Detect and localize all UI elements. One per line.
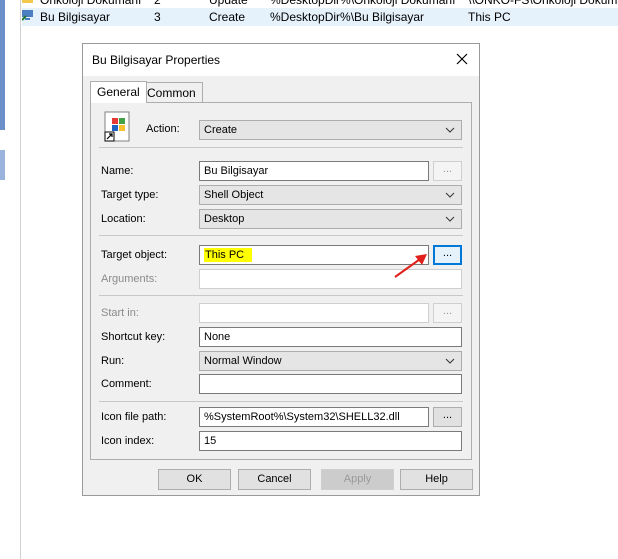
chevron-down-icon [445, 192, 455, 198]
tab-general[interactable]: General [90, 81, 147, 103]
tab-common[interactable]: Common [140, 82, 203, 102]
separator [99, 235, 463, 236]
location-label: Location: [101, 213, 146, 225]
dialog-title: Bu Bilgisayar Properties [92, 53, 221, 67]
action-value: Create [204, 124, 238, 136]
list-item-path: This PC [468, 10, 511, 24]
target-type-label: Target type: [101, 189, 159, 201]
icon-index-label: Icon index: [101, 435, 155, 447]
name-label: Name: [101, 165, 134, 177]
comment-field[interactable] [199, 374, 462, 394]
computer-icon [21, 10, 33, 21]
list-item-target: %DesktopDir%\Bu Bilgisayar [270, 10, 425, 24]
general-tab-panel: Action: Create Name: Bu Bilgisayar ... T… [90, 102, 472, 460]
chevron-down-icon [445, 127, 455, 133]
target-type-select[interactable]: Shell Object [199, 185, 462, 205]
close-icon[interactable] [453, 50, 471, 68]
apply-button[interactable]: Apply [321, 469, 394, 490]
target-object-value: This PC [204, 248, 253, 262]
list-item-name: Bu Bilgisayar [40, 10, 111, 24]
red-arrow-annotation [394, 254, 427, 278]
arguments-label: Arguments: [101, 273, 158, 285]
cancel-button[interactable]: Cancel [238, 469, 311, 490]
list-item-order: 3 [154, 10, 161, 24]
shortcut-icon [22, 0, 33, 3]
target-type-value: Shell Object [204, 189, 264, 201]
start-in-label: Start in: [101, 307, 139, 319]
help-button[interactable]: Help [400, 469, 473, 490]
dialog-titlebar[interactable]: Bu Bilgisayar Properties [83, 44, 479, 76]
shortcut-key-label: Shortcut key: [101, 331, 166, 343]
name-browse-button[interactable]: ... [433, 161, 462, 181]
separator [99, 147, 463, 148]
icon-index-field[interactable]: 15 [199, 431, 462, 451]
separator [99, 295, 463, 296]
chevron-down-icon [445, 216, 455, 222]
run-label: Run: [101, 355, 125, 367]
shortcut-file-icon [104, 111, 130, 142]
location-select[interactable]: Desktop [199, 209, 462, 229]
comment-label: Comment: [101, 378, 152, 390]
left-panel-accent-lower [0, 150, 5, 180]
shortcut-key-field[interactable]: None [199, 327, 462, 347]
run-value: Normal Window [204, 355, 282, 367]
start-in-browse-button[interactable]: ... [433, 303, 462, 323]
target-object-browse-button[interactable]: ... [433, 245, 462, 265]
icon-file-path-label: Icon file path: [101, 411, 167, 423]
list-item-action: Create [209, 10, 246, 24]
ok-button[interactable]: OK [158, 469, 231, 490]
separator [99, 401, 463, 402]
left-panel-accent [0, 0, 5, 130]
chevron-down-icon [445, 358, 455, 364]
target-object-label: Target object: [101, 249, 168, 261]
location-value: Desktop [204, 213, 245, 225]
start-in-field[interactable] [199, 303, 429, 323]
action-label: Action: [146, 123, 180, 135]
name-field[interactable]: Bu Bilgisayar [199, 161, 429, 181]
list-item[interactable]: Bu Bilgisayar 3 Create %DesktopDir%\Bu B… [21, 8, 618, 26]
icon-file-browse-button[interactable]: ... [433, 407, 462, 427]
icon-file-path-field[interactable]: %SystemRoot%\System32\SHELL32.dll [199, 407, 429, 427]
run-select[interactable]: Normal Window [199, 351, 462, 371]
action-select[interactable]: Create [199, 120, 462, 140]
